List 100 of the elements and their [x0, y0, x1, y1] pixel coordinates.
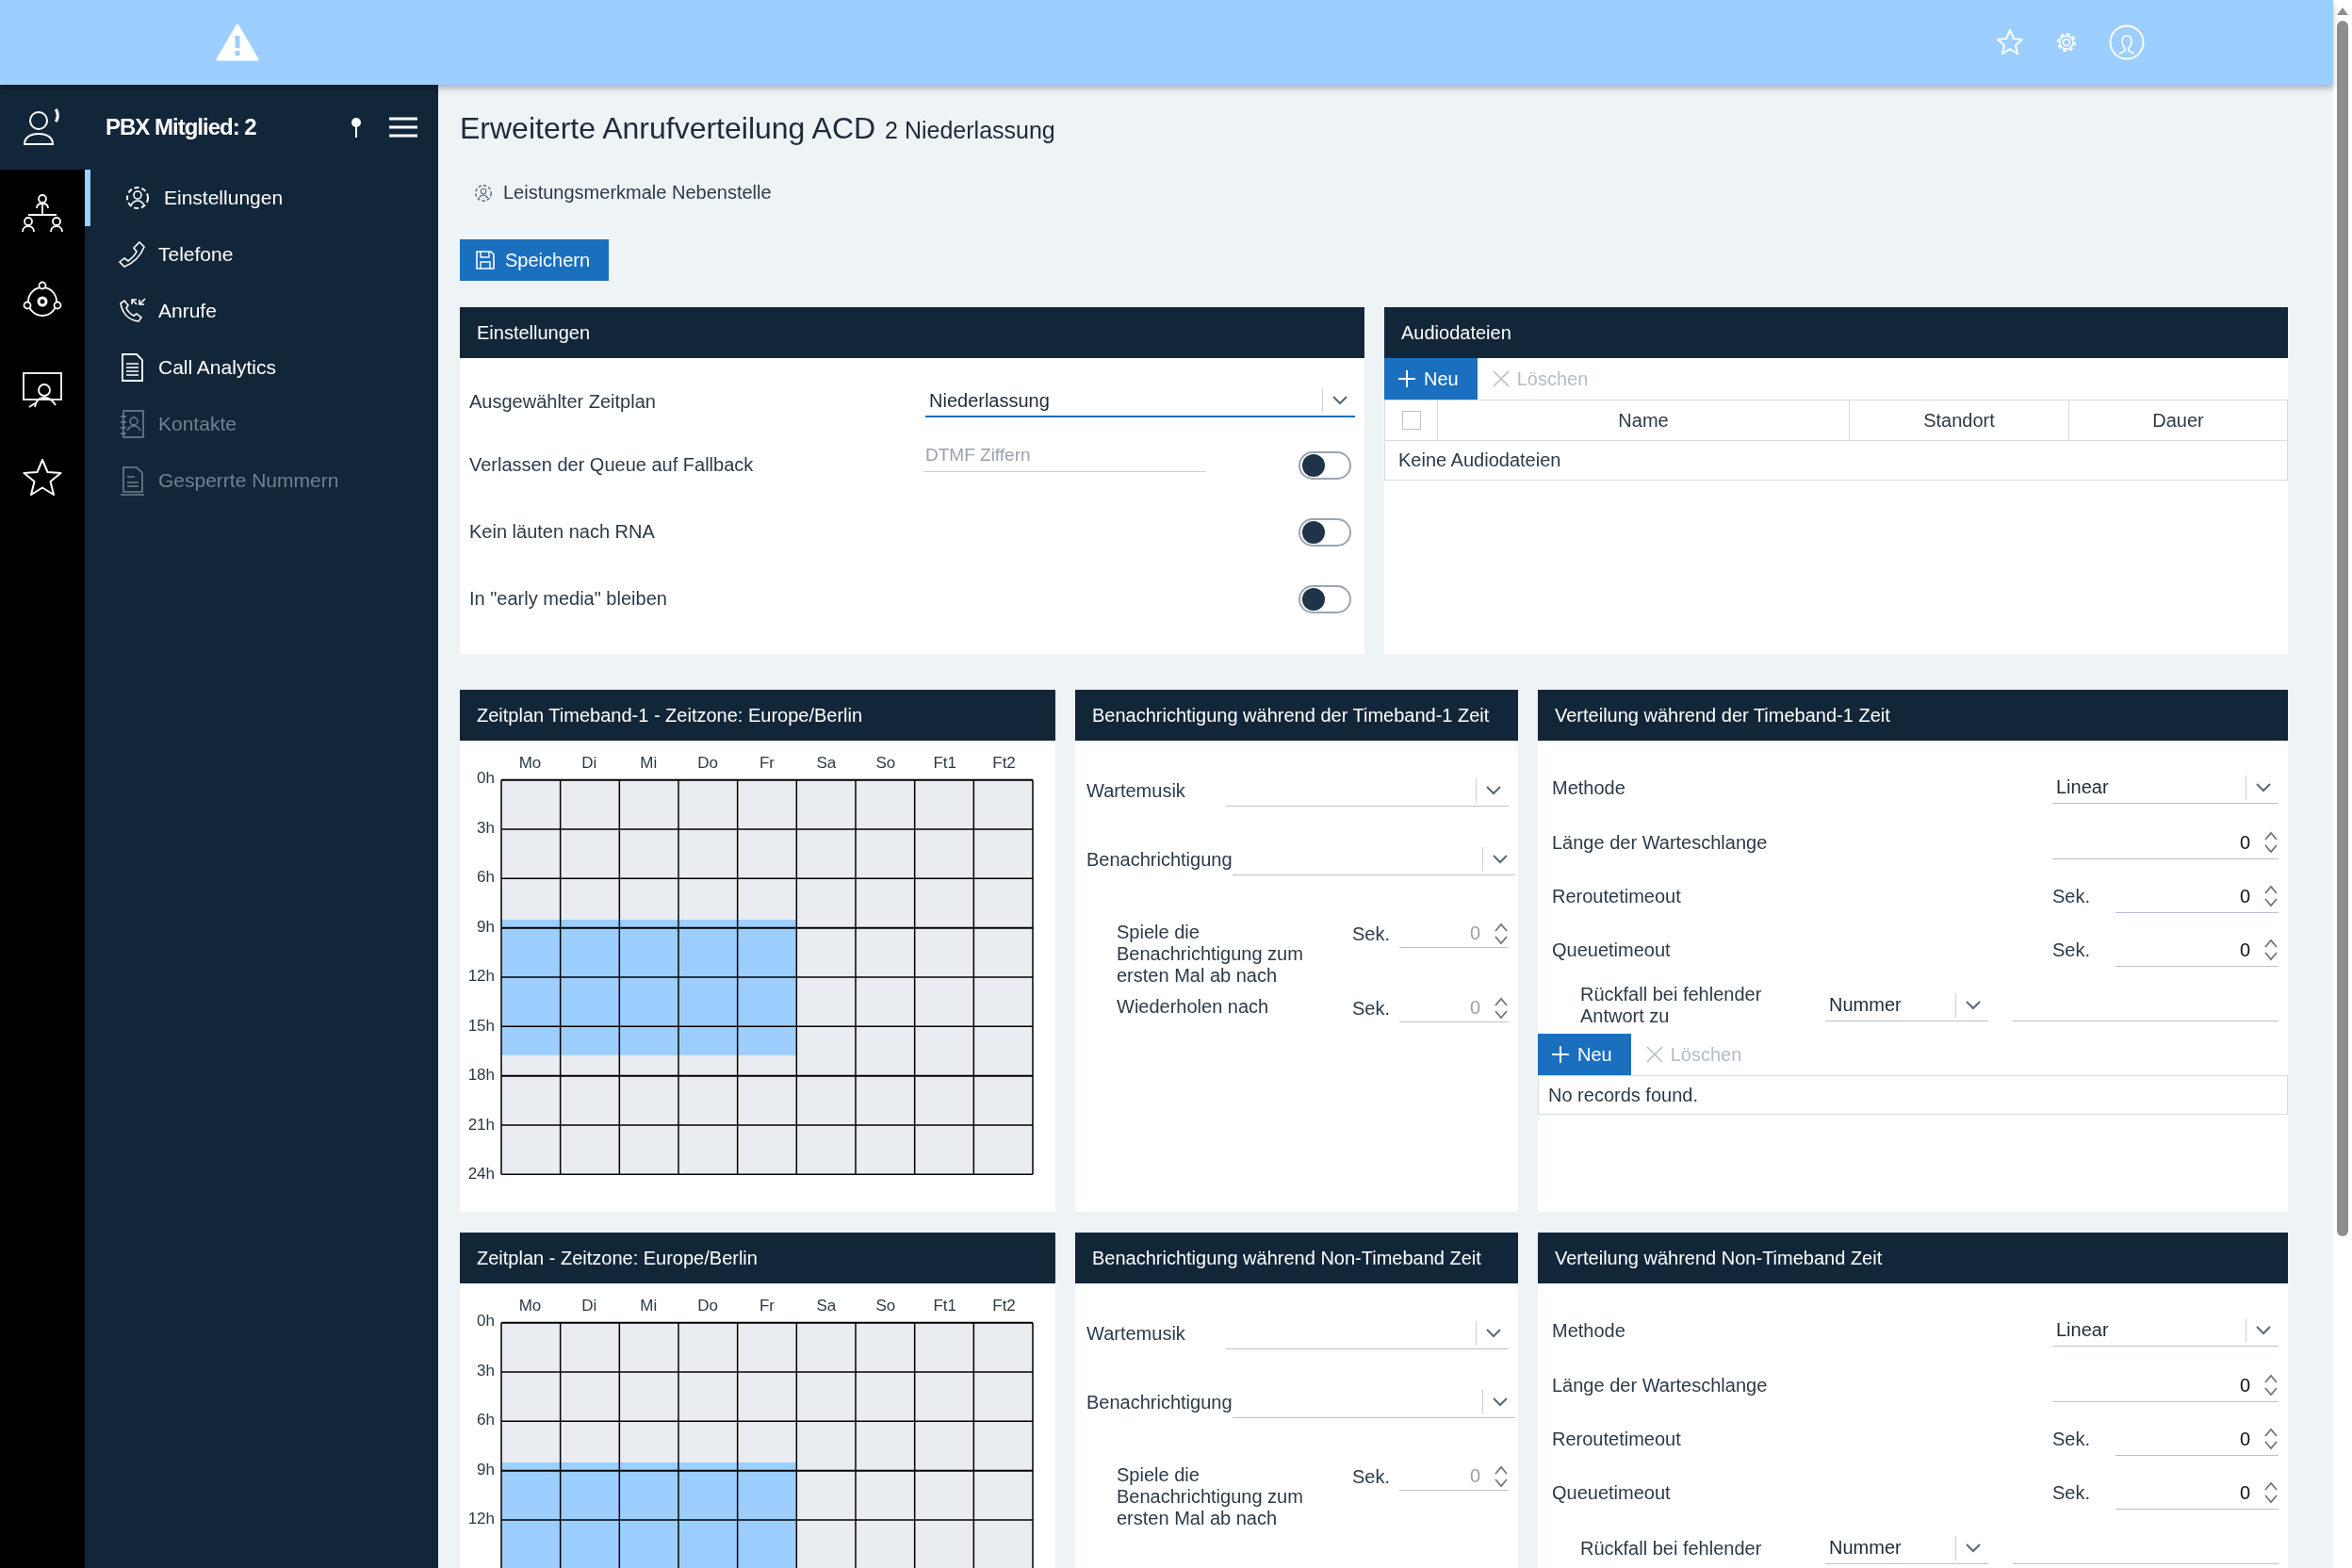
day-label: Ft1 — [932, 1297, 957, 1315]
number-field[interactable]: 0 — [2115, 1477, 2278, 1510]
field-label: Rückfall bei fehlender Antwort zu — [1580, 984, 1763, 1027]
pin-icon[interactable] — [350, 116, 363, 139]
close-icon — [1645, 1046, 1663, 1063]
presentation-icon[interactable] — [22, 369, 63, 411]
field-label: Methode — [1552, 776, 1626, 799]
day-label: Do — [696, 754, 719, 773]
unit-label: Sek. — [1352, 1465, 1392, 1488]
nav-item[interactable]: Anrufe — [85, 283, 438, 339]
toggle-switch[interactable] — [1298, 517, 1351, 547]
column-header[interactable]: Name — [1437, 400, 1849, 440]
chevron-icon — [1486, 1328, 1501, 1338]
hour-label: 18h — [467, 1066, 495, 1086]
time-band[interactable] — [737, 919, 797, 1055]
spinner-icon — [1494, 921, 1509, 946]
chevron-icon — [1486, 785, 1501, 795]
hour-label: 9h — [477, 917, 495, 938]
field-label: Benachrichtigung — [1086, 1391, 1233, 1413]
day-label: Mi — [639, 1297, 659, 1315]
spinner-icon — [2263, 830, 2278, 855]
unit-label: Sek. — [1352, 997, 1392, 1020]
time-band[interactable] — [560, 919, 620, 1055]
select-field[interactable]: Linear — [2052, 1315, 2278, 1347]
spinner-icon — [2263, 884, 2278, 908]
field-label: Ausgewählter Zeitplan — [469, 390, 657, 413]
chevron-icon — [1966, 1543, 1981, 1553]
time-band[interactable] — [737, 1462, 797, 1568]
day-label: Fr — [758, 754, 776, 773]
menu-icon[interactable] — [389, 117, 417, 138]
nav-item[interactable]: Telefone — [85, 226, 438, 283]
input-field[interactable]: DTMF Ziffern — [923, 439, 1206, 472]
number-field[interactable]: 0 — [2052, 826, 2278, 859]
feature-link[interactable]: Leistungsmerkmale Nebenstelle — [473, 182, 2288, 204]
panel-header: Zeitplan Timeband-1 - Zeitzone: Europe/Berlin — [460, 690, 1055, 741]
toggle-switch[interactable] — [1298, 584, 1351, 613]
chevron-icon — [1966, 1000, 1981, 1010]
panel-header: Zeitplan - Zeitzone: Europe/Berlin — [460, 1233, 1055, 1283]
nav-item[interactable]: Call Analytics — [85, 339, 438, 396]
column-header[interactable]: Dauer — [2068, 400, 2287, 440]
chevron-icon — [2256, 1325, 2271, 1335]
checkbox[interactable] — [1401, 411, 1421, 430]
empty-message: Keine Audiodateien — [1384, 441, 2288, 481]
schedule-grid[interactable] — [500, 778, 1034, 1175]
org-chart-icon[interactable] — [22, 192, 63, 234]
star-icon[interactable] — [1996, 28, 2024, 57]
hour-label: 21h — [467, 1115, 495, 1135]
spinner-icon — [1494, 995, 1509, 1021]
time-band[interactable] — [678, 1462, 738, 1568]
panel-header: Benachrichtigung während Non-Timeband Zeit — [1075, 1233, 1518, 1283]
time-band[interactable] — [501, 1462, 561, 1568]
field-label: Queuetimeout — [1552, 1482, 1672, 1504]
field-label: Länge der Warteschlange — [1552, 832, 1769, 854]
unit-label: Sek. — [2052, 1482, 2092, 1504]
day-label: Fr — [758, 1297, 776, 1315]
select-field[interactable]: Nummer — [1825, 1532, 1988, 1564]
panel-header: Verteilung während Non-Timeband Zeit — [1538, 1233, 2288, 1283]
time-band[interactable] — [678, 919, 738, 1055]
day-label: Sa — [815, 754, 838, 773]
chevron-icon — [1492, 1396, 1508, 1407]
unit-label: Sek. — [2052, 886, 2092, 907]
scrollbar-thumb[interactable] — [2337, 21, 2348, 1236]
nav-item[interactable]: Einstellungen — [85, 170, 438, 226]
spinner-icon — [2263, 1480, 2278, 1505]
hour-label: 6h — [477, 1411, 495, 1430]
plus-icon — [1397, 369, 1416, 388]
time-band[interactable] — [560, 1462, 620, 1568]
number-field[interactable]: 0 — [2115, 934, 2278, 967]
number-field[interactable]: 0 — [2115, 880, 2278, 913]
spinner-icon — [2263, 1427, 2278, 1451]
new-button[interactable]: Neu — [1538, 1034, 1631, 1075]
hour-label: 0h — [477, 769, 495, 789]
unit-label: Sek. — [2052, 939, 2092, 961]
star-icon[interactable] — [23, 458, 62, 498]
field-label: Länge der Warteschlange — [1552, 1375, 1769, 1396]
time-band[interactable] — [501, 919, 561, 1055]
select-field[interactable]: Niederlassung — [925, 385, 1355, 417]
day-label: Sa — [815, 1297, 838, 1315]
new-button[interactable]: Neu — [1384, 358, 1478, 400]
column-header[interactable]: Standort — [1849, 400, 2068, 440]
chevron-icon — [1492, 854, 1508, 864]
day-label: Ft2 — [991, 754, 1017, 773]
select-field[interactable]: Nummer — [1825, 989, 1988, 1021]
field-label: Spiele die Benachrichtigung zum ersten Mal ab nach — [1117, 922, 1304, 987]
chevron-icon — [2256, 782, 2271, 792]
field-label: Wartemusik — [1086, 779, 1186, 802]
field-label: Reroutetimeout — [1552, 886, 1682, 907]
number-field[interactable]: 0 — [2052, 1369, 2278, 1402]
hour-label: 24h — [467, 1165, 495, 1184]
save-button[interactable]: Speichern — [460, 239, 610, 281]
day-label: Mo — [517, 754, 543, 773]
hour-label: 6h — [477, 868, 495, 888]
schedule-grid[interactable] — [500, 1321, 1034, 1568]
toggle-switch[interactable] — [1298, 450, 1351, 480]
select-field[interactable]: Linear — [2052, 772, 2278, 804]
gear-icon — [473, 182, 494, 204]
scroll-up-icon[interactable] — [2337, 8, 2348, 15]
day-label: Mi — [639, 754, 659, 773]
number-field[interactable]: 0 — [2115, 1423, 2278, 1456]
day-label: Mo — [517, 1297, 543, 1315]
